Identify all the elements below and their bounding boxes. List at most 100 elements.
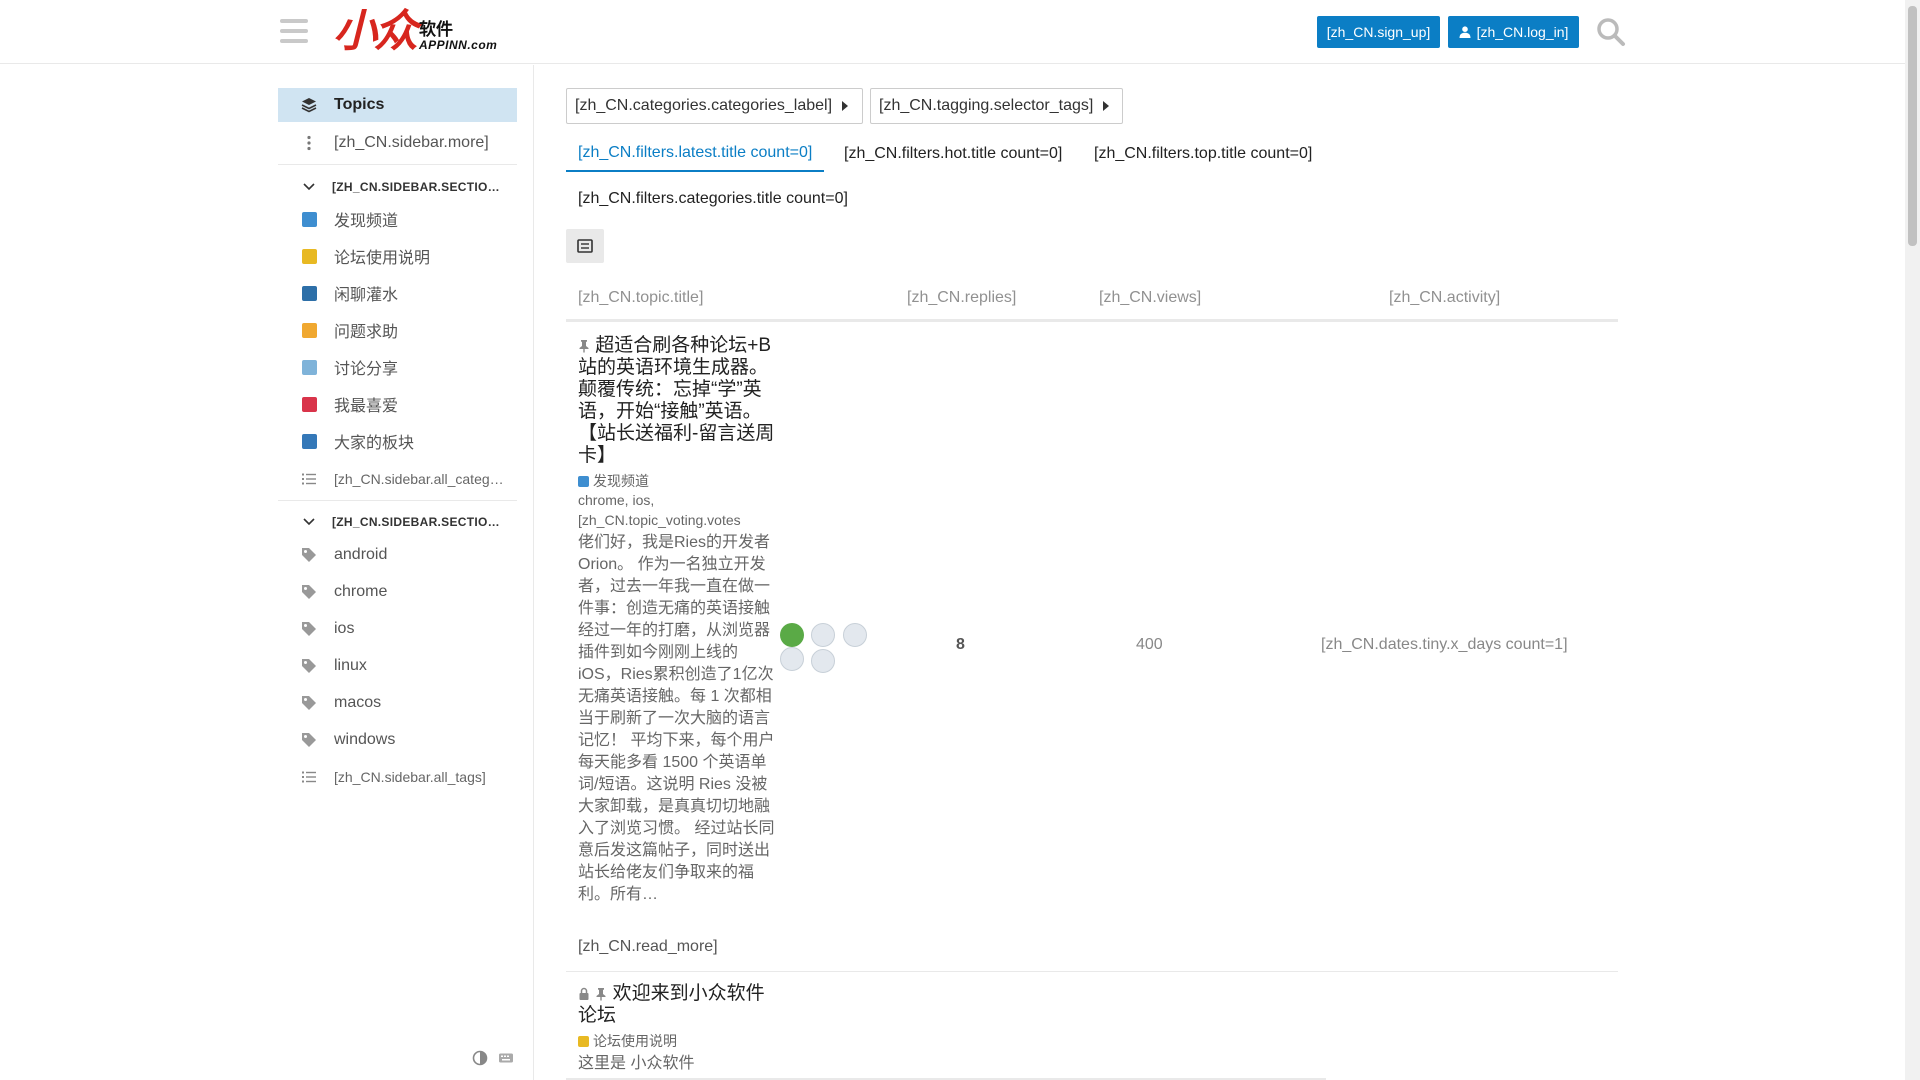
topic-title-text: 超适合刷各种论坛+B站的英语环境生成器。颠覆传统：忘掉“学”英语，开始“接触”英… (578, 335, 775, 466)
column-header-title[interactable]: [zh_CN.topic.title] (578, 289, 703, 307)
hamburger-menu-icon[interactable] (280, 19, 308, 45)
sidebar-item-label: 讨论分享 (334, 361, 399, 378)
site-logo[interactable]: 小众 软件 APPINN.com (333, 10, 497, 54)
caret-right-icon (1103, 101, 1110, 111)
person-icon (298, 248, 320, 264)
tab-hot[interactable]: [zh_CN.filters.hot.title count=0] (844, 136, 1062, 172)
sidebar-item-all-tags[interactable]: [zh_CN.sidebar.all_tags] (278, 760, 517, 794)
sidebar-item-category[interactable]: 发现频道 (278, 202, 517, 236)
topic-category-badge[interactable]: 发现频道 (578, 471, 649, 491)
sidebar-item-category[interactable]: 大家的板块 (278, 424, 517, 458)
tag-icon (298, 695, 320, 711)
sidebar-item-label: windows (334, 731, 396, 748)
sidebar-item-label: 问题求助 (334, 324, 399, 341)
avatar[interactable] (811, 649, 836, 673)
topic-tags: chrome, ios, [zh_CN.topic_voting.votes c… (578, 490, 778, 530)
topic-replies-count[interactable]: 8 (956, 636, 965, 654)
tab-label: [zh_CN.filters.categories.title count=0] (578, 190, 848, 207)
lock-icon (579, 987, 589, 1000)
sidebar-item-tag[interactable]: linux (278, 649, 517, 683)
topic-tags-text: chrome, ios, [zh_CN.topic_voting.votes c… (578, 492, 741, 528)
column-header-replies[interactable]: [zh_CN.replies] (907, 289, 1016, 307)
sidebar-item-label: 闲聊灌水 (334, 287, 399, 304)
section-header-text: [ZH_CN.SIDEBAR.SECTIONS.CATEGORIES.HEADE… (332, 180, 507, 194)
sidebar-item-tag[interactable]: macos (278, 686, 517, 720)
bulk-select-button[interactable] (566, 229, 604, 263)
caret-right-icon (842, 101, 849, 111)
tags-dropdown[interactable]: [zh_CN.tagging.selector_tags] (870, 88, 1123, 124)
heart-icon (298, 396, 320, 412)
sidebar-section-categories-header[interactable]: [ZH_CN.SIDEBAR.SECTIONS.CATEGORIES.HEADE… (278, 170, 517, 204)
avatar[interactable] (780, 647, 804, 671)
row-divider (566, 971, 1618, 972)
topic-excerpt: 佬们好，我是Ries的开发者Orion。 作为一名独立开发者，过去一年我一直在做… (578, 534, 775, 903)
category-name: 发现频道 (593, 473, 649, 489)
topic-activity[interactable]: [zh_CN.dates.tiny.x_days count=1] (1321, 636, 1568, 654)
tab-label: [zh_CN.filters.hot.title count=0] (844, 145, 1063, 162)
scrollbar-thumb[interactable] (1908, 6, 1917, 246)
tab-latest[interactable]: [zh_CN.filters.latest.title count=0] (566, 136, 825, 172)
log-in-label: [zh_CN.log_in] (1476, 24, 1569, 40)
topic-category-badge[interactable]: 论坛使用说明 (578, 1031, 677, 1051)
avatar[interactable] (811, 623, 836, 647)
topic-views-count: 400 (1136, 636, 1163, 653)
chat-icon (298, 285, 320, 301)
speech-bubble-icon (298, 359, 320, 375)
sidebar-item-label: 大家的板块 (334, 435, 415, 452)
sidebar-item-category[interactable]: 问题求助 (278, 313, 517, 347)
tag-icon (298, 584, 320, 600)
tags-dropdown-label: [zh_CN.tagging.selector_tags] (879, 97, 1094, 114)
sidebar-item-more[interactable]: [zh_CN.sidebar.more] (278, 126, 517, 160)
sidebar-footer (472, 1050, 514, 1066)
list-icon (298, 473, 320, 485)
sidebar-item-label: [zh_CN.sidebar.more] (334, 134, 489, 151)
sidebar-item-all-categories[interactable]: [zh_CN.sidebar.all_categories] (278, 462, 517, 496)
sidebar-item-label: 发现频道 (334, 213, 399, 230)
tag-icon (298, 658, 320, 674)
tab-label: [zh_CN.filters.latest.title count=0] (578, 144, 813, 161)
sidebar-item-topics[interactable]: Topics (278, 88, 517, 122)
sidebar-item-label: [zh_CN.sidebar.all_categories] (334, 471, 509, 487)
sidebar-section-tags-header[interactable]: [ZH_CN.SIDEBAR.SECTIONS.TAGS.HEADER_TEXT… (278, 505, 517, 539)
avatar[interactable] (842, 623, 867, 647)
topic-title-link[interactable]: 超适合刷各种论坛+B站的英语环境生成器。颠覆传统：忘掉“学”英语，开始“接触”英… (578, 335, 778, 467)
tab-top[interactable]: [zh_CN.filters.top.title count=0] (1094, 136, 1312, 172)
topic-title-link[interactable]: 欢迎来到小众软件论坛 (578, 983, 778, 1027)
column-header-activity[interactable]: [zh_CN.activity] (1389, 289, 1500, 307)
help-icon (298, 322, 320, 338)
tab-categories[interactable]: [zh_CN.filters.categories.title count=0] (578, 181, 848, 217)
user-icon (1459, 26, 1471, 38)
vertical-dots-icon (298, 135, 320, 151)
column-header-views[interactable]: [zh_CN.views] (1099, 289, 1201, 307)
logo-mark: 小众 (333, 6, 418, 57)
vertical-scrollbar[interactable] (1905, 0, 1920, 1080)
sidebar-item-tag[interactable]: android (278, 538, 517, 572)
log-in-button[interactable]: [zh_CN.log_in] (1448, 16, 1579, 48)
sidebar-item-category[interactable]: 闲聊灌水 (278, 276, 517, 310)
sidebar-item-label: 我最喜爱 (334, 398, 399, 415)
sidebar-item-tag[interactable]: windows (278, 723, 517, 757)
avatar[interactable] (780, 623, 804, 647)
theme-toggle-icon[interactable] (472, 1050, 488, 1066)
arrow-right-icon (298, 211, 320, 227)
sidebar-item-category[interactable]: 我最喜爱 (278, 387, 517, 421)
sidebar-item-label: linux (334, 657, 367, 674)
categories-dropdown-label: [zh_CN.categories.categories_label] (575, 97, 833, 114)
topic-posters (780, 623, 890, 673)
sidebar-item-category[interactable]: 讨论分享 (278, 350, 517, 384)
search-icon[interactable] (1596, 17, 1626, 47)
tab-label: [zh_CN.filters.top.title count=0] (1094, 145, 1313, 162)
chevron-down-icon (298, 183, 320, 191)
read-more-link[interactable]: [zh_CN.read_more] (578, 938, 718, 956)
category-color-square (578, 475, 589, 487)
sidebar-item-category[interactable]: 论坛使用说明 (278, 239, 517, 273)
sidebar-item-tag[interactable]: ios (278, 612, 517, 646)
sign-up-button[interactable]: [zh_CN.sign_up] (1317, 16, 1440, 48)
site-header: 小众 软件 APPINN.com [zh_CN.sign_up] [zh_CN.… (0, 0, 1905, 64)
categories-dropdown[interactable]: [zh_CN.categories.categories_label] (566, 88, 863, 124)
sidebar-divider (278, 500, 517, 501)
sidebar-item-label: 论坛使用说明 (334, 250, 431, 267)
sidebar-item-tag[interactable]: chrome (278, 575, 517, 609)
keyboard-icon[interactable] (498, 1050, 514, 1066)
list-view-icon (577, 239, 593, 253)
